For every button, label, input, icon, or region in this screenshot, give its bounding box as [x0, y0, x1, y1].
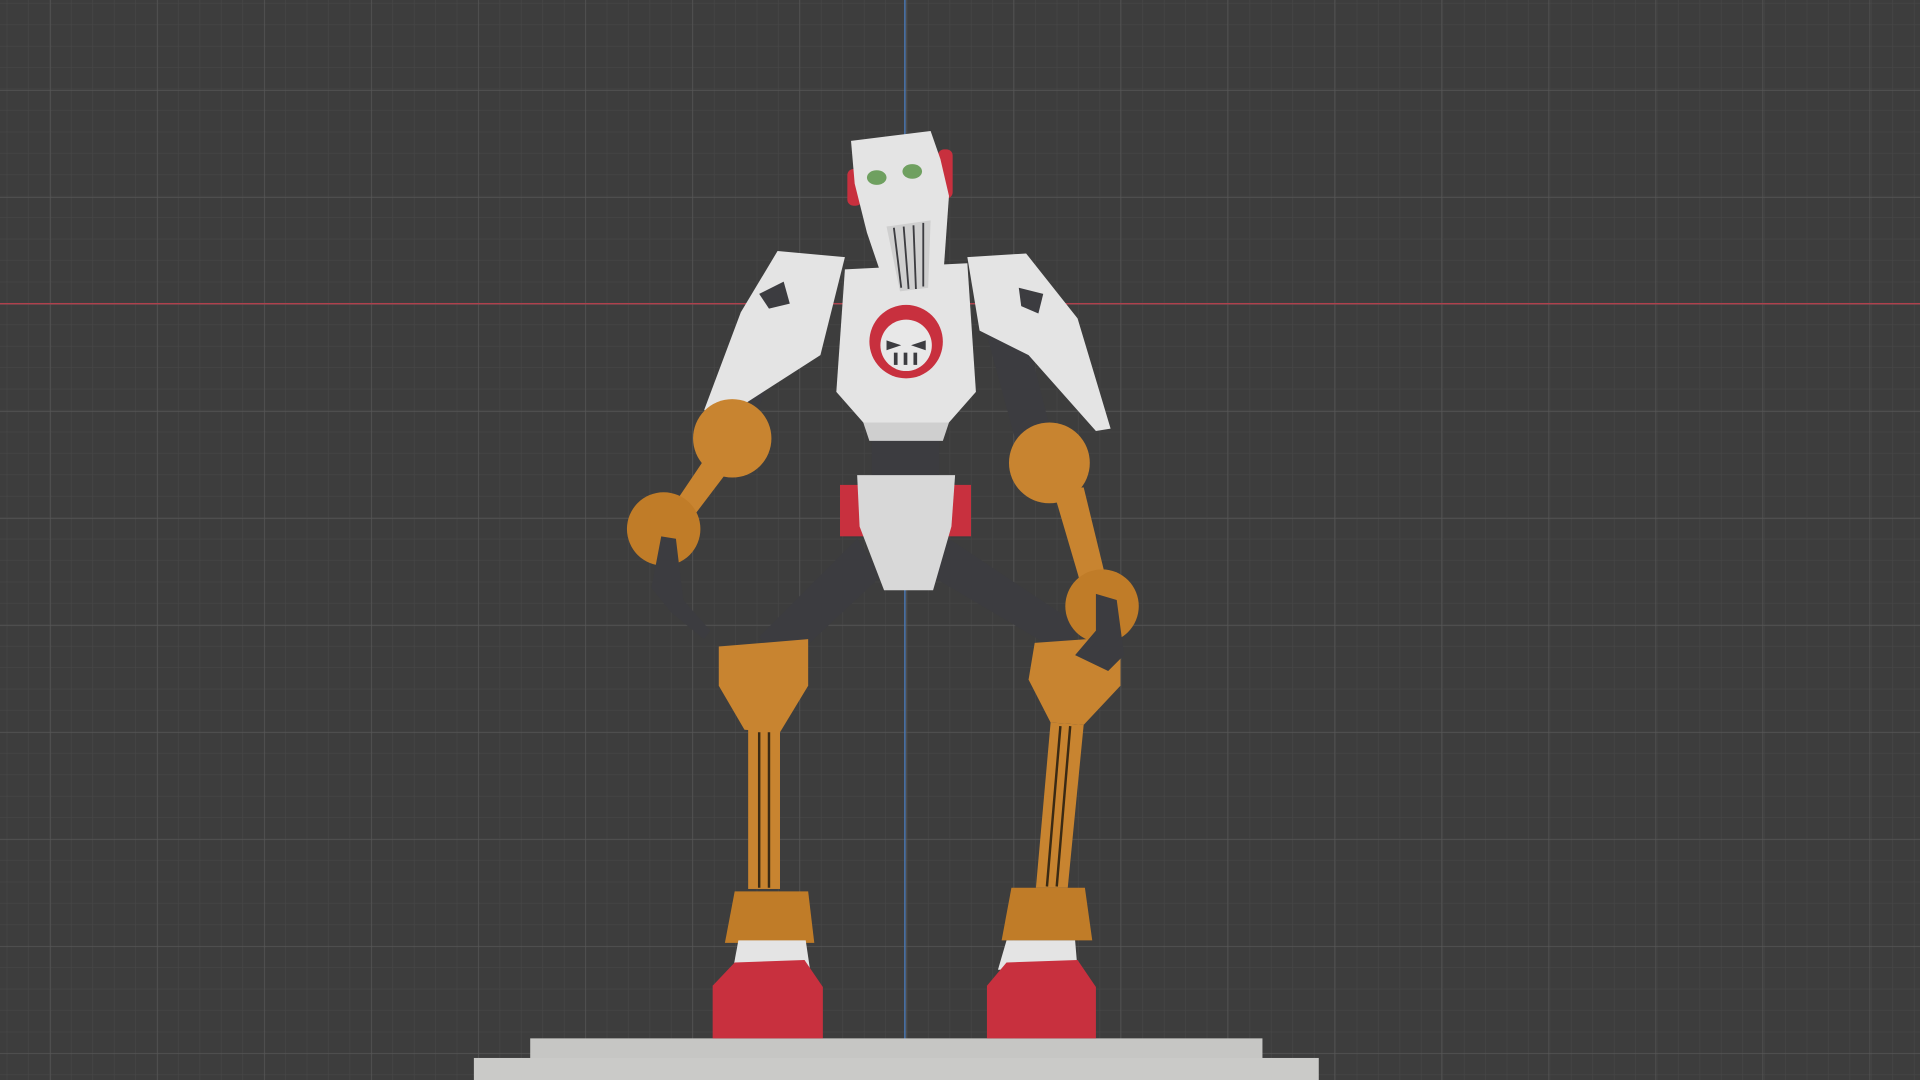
viewport-canvas[interactable]	[0, 0, 1920, 1080]
pedestal	[473, 1038, 1319, 1080]
3d-viewport[interactable]	[0, 0, 1920, 1080]
grid-major	[0, 0, 1920, 1080]
